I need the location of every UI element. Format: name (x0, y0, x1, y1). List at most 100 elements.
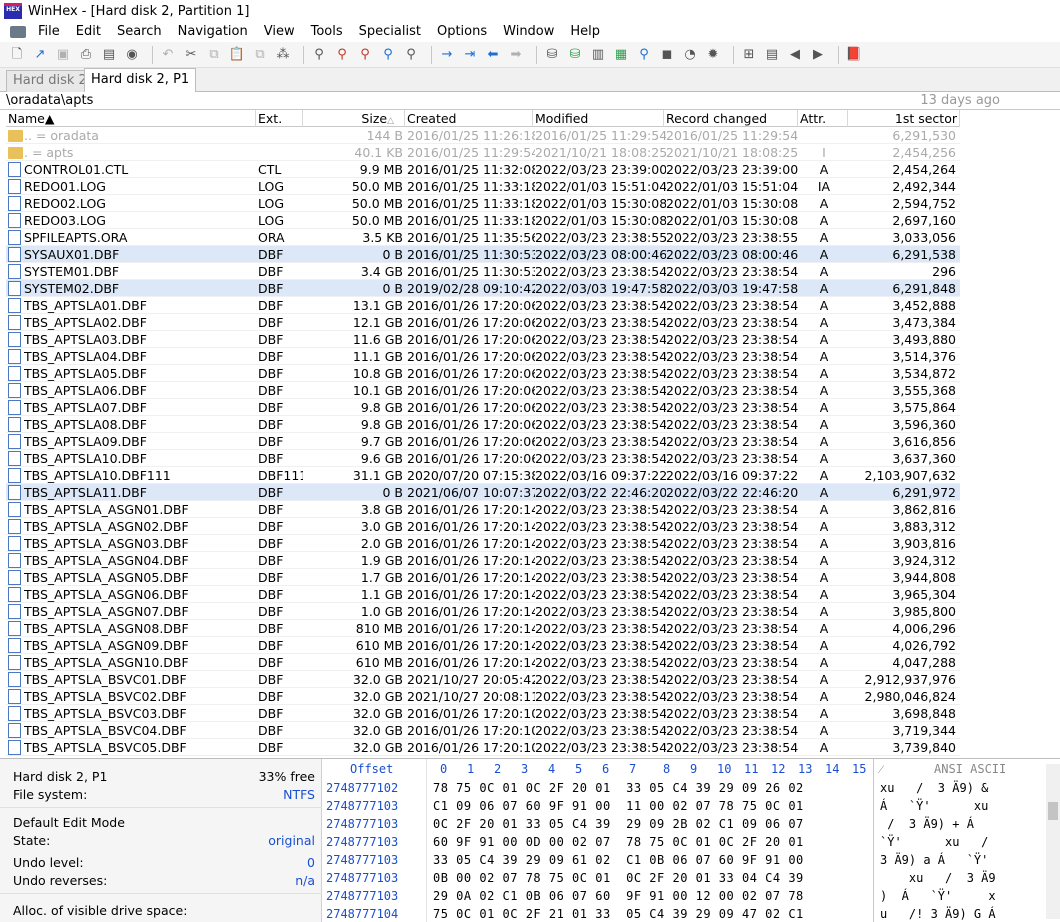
hash-icon[interactable]: ✹ (704, 46, 722, 64)
menu-tools[interactable]: Tools (303, 22, 351, 42)
file-row[interactable]: SPFILEAPTS.ORA ORA 3.5 KB 2016/01/25 11:35:… (6, 229, 960, 246)
tab-hard-disk-2[interactable]: Hard disk 2 (6, 70, 94, 92)
hex-editor[interactable]: Offset 0 1 2 3 4 5 6 7 8 9 10 11 12 13 14 15 ⁄ ANSI ASC… (326, 759, 1060, 922)
file-row[interactable]: TBS_APTSLA08.DBF DBF 9.8 GB 2016/01/26 17:2… (6, 416, 960, 433)
menu-file[interactable]: File (30, 22, 68, 42)
disk-icon[interactable]: ⛁ (543, 46, 561, 64)
file-row[interactable]: TBS_APTSLA_BSVC05.DBF DBF 32.0 GB 2016/01/2… (6, 739, 960, 756)
file-row[interactable]: TBS_APTSLA_ASGN07.DBF DBF 1.0 GB 2016/01/26… (6, 603, 960, 620)
charset-dropdown-icon[interactable]: ⁄ (880, 762, 882, 777)
forward-icon[interactable]: ➡ (507, 46, 525, 64)
hex-row[interactable]: 2748777102 78 75 0C 01 0C 2F 20 01 33 05 … (326, 779, 1060, 797)
goto-sector-icon[interactable]: ⇥ (461, 46, 479, 64)
column-attr[interactable]: Attr. (798, 110, 848, 127)
menu-options[interactable]: Options (429, 22, 495, 42)
file-row[interactable]: TBS_APTSLA02.DBF DBF 12.1 GB 2016/01/26 17:… (6, 314, 960, 331)
file-row[interactable]: TBS_APTSLA07.DBF DBF 9.8 GB 2016/01/26 17:2… (6, 399, 960, 416)
copy-icon[interactable]: ⧉ (205, 46, 223, 64)
file-row[interactable]: TBS_APTSLA_ASGN05.DBF DBF 1.7 GB 2016/01/26… (6, 569, 960, 586)
file-row[interactable]: REDO01.LOG LOG 50.0 MB 2016/01/25 11:33:18 2… (6, 178, 960, 195)
hex-bytes[interactable]: 60 9F 91 00 0D 00 02 07 78 75 0C 01 0C 2… (433, 833, 804, 851)
hex-bytes[interactable]: 0C 2F 20 01 33 05 C4 39 29 09 2B 02 C1 0… (433, 815, 804, 833)
paste-into-icon[interactable]: ⧉ (251, 46, 269, 64)
hex-ascii[interactable]: 3 Ä9) a Á `Ÿ' (880, 851, 988, 869)
column-first-sector[interactable]: 1st sector (848, 110, 960, 127)
menu-edit[interactable]: Edit (68, 22, 109, 42)
file-row[interactable]: TBS_APTSLA_BSVC03.DBF DBF 32.0 GB 2016/01/2… (6, 705, 960, 722)
find-hex-icon[interactable]: ⚲ (333, 46, 351, 64)
column-record-changed[interactable]: Record changed (664, 110, 798, 127)
menu-view[interactable]: View (256, 22, 303, 42)
system-menu-icon[interactable] (10, 26, 26, 38)
file-row[interactable]: TBS_APTSLA10.DBF DBF 9.6 GB 2016/01/26 17:2… (6, 450, 960, 467)
hex-row[interactable]: 2748777103 29 0A 02 C1 0B 06 07 60 9F 91 … (326, 887, 1060, 905)
hex-ascii[interactable]: xu / 3 Ä9) & (880, 779, 988, 797)
hex-bytes[interactable]: C1 09 06 07 60 9F 91 00 11 00 02 07 78 7… (433, 797, 804, 815)
hex-row[interactable]: 2748777103 0B 00 02 07 78 75 0C 01 0C 2F … (326, 869, 1060, 887)
file-row[interactable]: REDO03.LOG LOG 50.0 MB 2016/01/25 11:33:18 2… (6, 212, 960, 229)
file-row[interactable]: TBS_APTSLA_ASGN03.DBF DBF 2.0 GB 2016/01/26… (6, 535, 960, 552)
hex-ascii[interactable]: / 3 Ä9) + Á (880, 815, 974, 833)
open-icon[interactable]: ↗ (31, 46, 49, 64)
file-row[interactable]: REDO02.LOG LOG 50.0 MB 2016/01/25 11:33:18 2… (6, 195, 960, 212)
undo-icon[interactable]: ↶ (159, 46, 177, 64)
column-created[interactable]: Created (405, 110, 533, 127)
paste-icon[interactable]: 📋 (228, 46, 246, 64)
hex-bytes[interactable]: 0B 00 02 07 78 75 0C 01 0C 2F 20 01 33 0… (433, 869, 804, 887)
file-row[interactable]: TBS_APTSLA_ASGN04.DBF DBF 1.9 GB 2016/01/26… (6, 552, 960, 569)
file-row[interactable]: TBS_APTSLA_ASGN08.DBF DBF 810 MB 2016/01/26… (6, 620, 960, 637)
gallery-icon[interactable]: ◼ (658, 46, 676, 64)
menu-navigation[interactable]: Navigation (170, 22, 256, 42)
search-icon[interactable]: ⚲ (635, 46, 653, 64)
hex-ascii[interactable]: u /! 3 Ä9) G Á (880, 905, 996, 922)
back-icon[interactable]: ⬅ (484, 46, 502, 64)
analyze-icon[interactable]: ◔ (681, 46, 699, 64)
previous-icon[interactable]: ◀ (786, 46, 804, 64)
file-row[interactable]: TBS_APTSLA_ASGN10.DBF DBF 610 MB 2016/01/26… (6, 654, 960, 671)
hex-bytes[interactable]: 33 05 C4 39 29 09 61 02 C1 0B 06 07 60 9… (433, 851, 804, 869)
file-row[interactable]: TBS_APTSLA_BSVC04.DBF DBF 32.0 GB 2016/01/2… (6, 722, 960, 739)
column-modified[interactable]: Modified (533, 110, 664, 127)
column-ext[interactable]: Ext. (256, 110, 303, 127)
file-row[interactable]: TBS_APTSLA_BSVC01.DBF DBF 32.0 GB 2021/10/2… (6, 671, 960, 688)
file-row[interactable]: SYSTEM02.DBF DBF 0 B 2019/02/28 09:10:42 202… (6, 280, 960, 297)
help-book-icon[interactable]: 📕 (845, 46, 863, 64)
hex-ascii[interactable]: `Ÿ' xu / (880, 833, 988, 851)
menu-help[interactable]: Help (562, 22, 608, 42)
new-file-icon[interactable]: 🗋 (8, 46, 26, 64)
file-row[interactable]: TBS_APTSLA01.DBF DBF 13.1 GB 2016/01/26 17:… (6, 297, 960, 314)
cut-icon[interactable]: ✂ (182, 46, 200, 64)
hex-bytes[interactable]: 75 0C 01 0C 2F 21 01 33 05 C4 39 29 09 4… (433, 905, 804, 922)
folder-row[interactable]: .. = oradata 144 B 2016/01/25 11:26:18 2016… (6, 127, 960, 144)
file-row[interactable]: TBS_APTSLA03.DBF DBF 11.6 GB 2016/01/26 17:… (6, 331, 960, 348)
menu-specialist[interactable]: Specialist (351, 22, 429, 42)
file-row[interactable]: TBS_APTSLA_ASGN01.DBF DBF 3.8 GB 2016/01/26… (6, 501, 960, 518)
next-icon[interactable]: ▶ (809, 46, 827, 64)
tab-hard-disk-2-p1[interactable]: Hard disk 2, P1 (84, 68, 197, 92)
folder-row[interactable]: . = apts 40.1 KB 2016/01/25 11:29:54 2021/1… (6, 144, 960, 161)
hex-bytes[interactable]: 29 0A 02 C1 0B 06 07 60 9F 91 00 12 00 0… (433, 887, 804, 905)
calculator-icon[interactable]: ▦ (612, 46, 630, 64)
file-row[interactable]: CONTROL01.CTL CTL 9.9 MB 2016/01/25 11:32:0… (6, 161, 960, 178)
disk-tools-icon[interactable]: ⛁ (566, 46, 584, 64)
hex-bytes[interactable]: 78 75 0C 01 0C 2F 20 01 33 05 C4 39 29 0… (433, 779, 804, 797)
file-row[interactable]: TBS_APTSLA05.DBF DBF 10.8 GB 2016/01/26 17:… (6, 365, 960, 382)
open-disk-icon[interactable]: ◉ (123, 46, 141, 64)
ram-icon[interactable]: ▥ (589, 46, 607, 64)
column-name[interactable]: Name▲ (6, 110, 256, 127)
hex-ascii[interactable]: Á `Ÿ' xu (880, 797, 988, 815)
file-row[interactable]: SYSAUX01.DBF DBF 0 B 2016/01/25 11:30:53 202… (6, 246, 960, 263)
details-icon[interactable]: ▤ (763, 46, 781, 64)
hex-row[interactable]: 2748777103 0C 2F 20 01 33 05 C4 39 29 09 … (326, 815, 1060, 833)
menu-search[interactable]: Search (109, 22, 170, 42)
menu-window[interactable]: Window (495, 22, 562, 42)
file-row[interactable]: TBS_APTSLA_BSVC02.DBF DBF 32.0 GB 2021/10/2… (6, 688, 960, 705)
binary-icon[interactable]: ⁂ (274, 46, 292, 64)
hex-scrollbar-thumb[interactable] (1048, 802, 1058, 820)
file-row[interactable]: TBS_APTSLA_ASGN02.DBF DBF 3.0 GB 2016/01/26… (6, 518, 960, 535)
hex-row[interactable]: 2748777104 75 0C 01 0C 2F 21 01 33 05 C4 … (326, 905, 1060, 922)
hex-row[interactable]: 2748777103 33 05 C4 39 29 09 61 02 C1 0B … (326, 851, 1060, 869)
save-icon[interactable]: ▣ (54, 46, 72, 64)
hex-scrollbar[interactable] (1046, 764, 1060, 919)
file-row[interactable]: TBS_APTSLA_ASGN09.DBF DBF 610 MB 2016/01/26… (6, 637, 960, 654)
